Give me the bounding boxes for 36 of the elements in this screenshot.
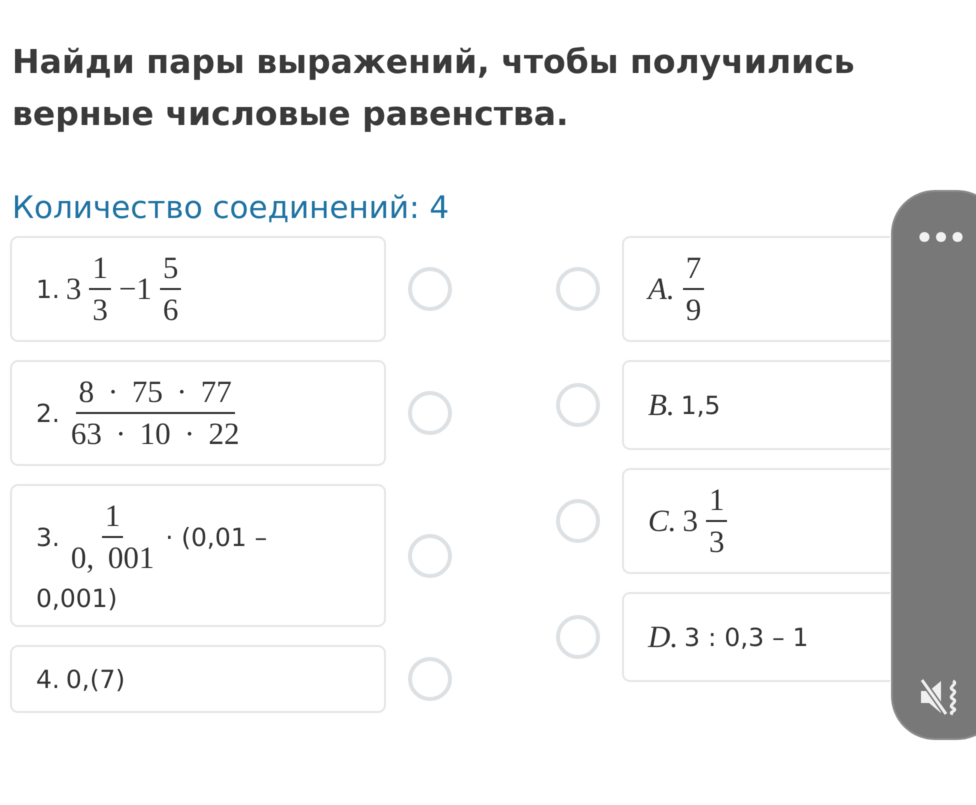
connections-count: Количество соединений: 4 xyxy=(11,189,450,228)
item-label: 1. xyxy=(36,274,60,304)
math-term: 3 xyxy=(66,271,82,307)
connector-circle[interactable] xyxy=(408,534,452,578)
item-label: 3. xyxy=(36,522,60,552)
fraction: 8 · 75 · 77 63 · 10 · 22 xyxy=(70,374,241,452)
answer-card[interactable]: B. 1,5 xyxy=(622,360,890,450)
fraction: 5 6 xyxy=(158,250,184,328)
math-term: 3 xyxy=(682,503,698,539)
answer-card[interactable]: D. 3 : 0,3 – 1 xyxy=(622,592,890,682)
connector-circle[interactable] xyxy=(408,267,452,311)
expression-text: · (0,01 – xyxy=(165,522,268,552)
task-title: Найди пары выражений, чтобы получились верные числовые равенства. xyxy=(11,41,856,135)
connector-circle[interactable] xyxy=(556,267,600,311)
connector-circle[interactable] xyxy=(556,499,600,543)
connector-circle[interactable] xyxy=(408,391,452,435)
item-label: C. xyxy=(648,503,676,539)
connector-circle[interactable] xyxy=(408,657,452,701)
fraction: 1 3 xyxy=(87,250,113,328)
item-label: B. xyxy=(648,387,675,423)
answer-card[interactable]: 4. 0,(7) xyxy=(10,645,386,713)
expression-text: 1,5 xyxy=(680,390,720,420)
item-label: 2. xyxy=(36,398,60,428)
connector-circle[interactable] xyxy=(556,615,600,659)
expression-text: 0,(7) xyxy=(66,664,126,694)
expression-text: 0,001) xyxy=(36,584,118,613)
math-term: −1 xyxy=(118,271,152,307)
item-label: 4. xyxy=(36,664,60,694)
more-icon[interactable] xyxy=(918,230,964,244)
item-label: D. xyxy=(648,619,678,655)
fraction: 1 3 xyxy=(704,482,730,560)
item-label: A. xyxy=(648,271,675,307)
fraction: 7 9 xyxy=(680,250,706,328)
connector-circle[interactable] xyxy=(556,383,600,427)
fraction: 1 0, 001 xyxy=(70,498,156,576)
expression-text: 3 : 0,3 – 1 xyxy=(684,622,808,652)
